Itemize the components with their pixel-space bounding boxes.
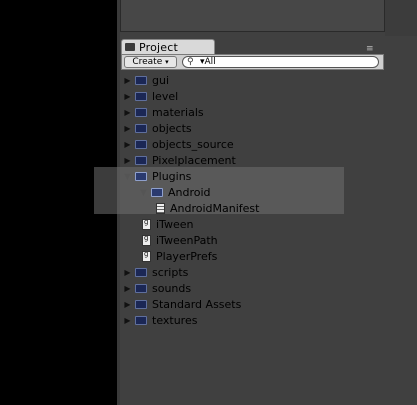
collapsed-arrow-icon[interactable]: ▶ <box>123 268 132 277</box>
project-toolbar: Create ▾ ⚲ ▾All <box>121 54 384 70</box>
collapsed-arrow-icon[interactable]: ▶ <box>123 92 132 101</box>
script-file-icon <box>142 218 151 230</box>
tree-item-label: AndroidManifest <box>170 201 260 215</box>
collapsed-arrow-icon[interactable]: ▶ <box>123 140 132 149</box>
folder-icon <box>135 75 147 85</box>
search-input[interactable]: ⚲ ▾All <box>182 56 379 68</box>
tree-item-label: iTween <box>156 217 194 231</box>
folder-icon <box>135 107 147 117</box>
tree-item-label: objects <box>152 121 192 135</box>
collapsed-arrow-icon[interactable]: ▶ <box>123 156 132 165</box>
folder-icon <box>135 171 147 181</box>
tree-item-label: gui <box>152 73 170 87</box>
expanded-arrow-icon[interactable]: ▼ <box>123 172 132 181</box>
tree-item-label: PlayerPrefs <box>156 249 218 263</box>
text-file-icon <box>156 202 165 214</box>
search-icon[interactable]: ⚲ <box>187 57 194 67</box>
tree-row-sounds[interactable]: ▶ sounds <box>123 280 191 296</box>
inspector-pane <box>120 0 385 32</box>
create-button[interactable]: Create ▾ <box>124 56 177 68</box>
tree-row-textures[interactable]: ▶ textures <box>123 312 197 328</box>
tree-row-level[interactable]: ▶ level <box>123 88 178 104</box>
expanded-arrow-icon[interactable]: ▼ <box>139 188 148 197</box>
tree-item-label: level <box>152 89 179 103</box>
collapsed-arrow-icon[interactable]: ▶ <box>123 124 132 133</box>
project-folder-icon <box>125 43 135 51</box>
tree-row-objects[interactable]: ▶ objects <box>123 120 192 136</box>
search-filter-value: ▾All <box>200 57 216 67</box>
tab-project-label: Project <box>139 40 179 54</box>
tree-row-pixelplacement[interactable]: ▶ Pixelplacement <box>123 152 236 168</box>
tree-row-scripts[interactable]: ▶ scripts <box>123 264 188 280</box>
tree-row-itweenpath[interactable]: iTweenPath <box>142 232 218 248</box>
tree-row-androidmanifest[interactable]: AndroidManifest <box>156 200 259 216</box>
tree-row-materials[interactable]: ▶ materials <box>123 104 204 120</box>
tree-item-label: Plugins <box>152 169 192 183</box>
tree-row-standard-assets[interactable]: ▶ Standard Assets <box>123 296 241 312</box>
folder-icon <box>135 283 147 293</box>
tree-item-label: scripts <box>152 265 189 279</box>
collapsed-arrow-icon[interactable]: ▶ <box>123 284 132 293</box>
tree-item-label: Android <box>168 185 211 199</box>
collapsed-arrow-icon[interactable]: ▶ <box>123 76 132 85</box>
chevron-down-icon: ▾ <box>165 58 169 66</box>
tree-row-objects-source[interactable]: ▶ objects_source <box>123 136 234 152</box>
inspector-scroll-area <box>385 0 417 36</box>
tab-project[interactable]: Project <box>121 39 215 54</box>
create-button-label: Create <box>132 57 163 67</box>
script-file-icon <box>142 234 151 246</box>
tree-row-plugins[interactable]: ▼ Plugins <box>123 168 191 184</box>
tree-row-android[interactable]: ▼ Android <box>139 184 211 200</box>
folder-icon <box>135 267 147 277</box>
folder-icon <box>135 315 147 325</box>
tree-item-label: objects_source <box>152 137 234 151</box>
folder-icon <box>135 155 147 165</box>
script-file-icon <box>142 250 151 262</box>
folder-icon <box>135 299 147 309</box>
tree-item-label: textures <box>152 313 198 327</box>
tree-item-label: materials <box>152 105 204 119</box>
tree-item-label: sounds <box>152 281 192 295</box>
tree-row-itween[interactable]: iTween <box>142 216 193 232</box>
collapsed-arrow-icon[interactable]: ▶ <box>123 316 132 325</box>
tree-item-label: Pixelplacement <box>152 153 236 167</box>
folder-icon <box>135 123 147 133</box>
folder-icon <box>135 139 147 149</box>
tree-row-gui[interactable]: ▶ gui <box>123 72 169 88</box>
tree-item-label: iTweenPath <box>156 233 218 247</box>
tree-row-playerprefs[interactable]: PlayerPrefs <box>142 248 217 264</box>
collapsed-arrow-icon[interactable]: ▶ <box>123 300 132 309</box>
tree-item-label: Standard Assets <box>152 297 242 311</box>
panel-menu-icon[interactable]: ≡ <box>366 44 374 54</box>
folder-icon <box>135 91 147 101</box>
collapsed-arrow-icon[interactable]: ▶ <box>123 108 132 117</box>
folder-icon <box>151 187 163 197</box>
